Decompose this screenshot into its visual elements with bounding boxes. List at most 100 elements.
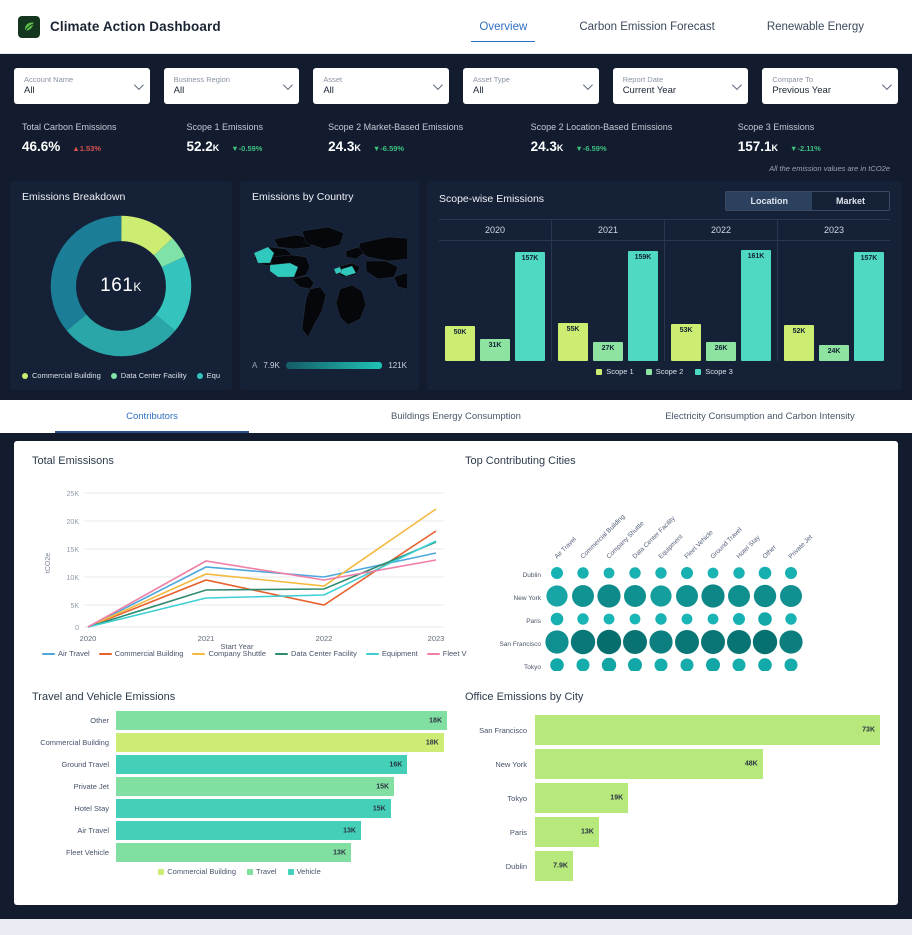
legend-label: Scope 2 xyxy=(655,367,684,376)
svg-text:2023: 2023 xyxy=(428,634,445,643)
bar-row: Fleet Vehicle 13K xyxy=(32,843,447,862)
tab-contributors[interactable]: Contributors xyxy=(0,400,304,433)
filter-business-region[interactable]: Business Region All xyxy=(163,68,300,104)
contributors-section: Total Emissisons 25K 20K 15K 10K 5K 0 20… xyxy=(0,433,912,919)
filter-asset[interactable]: Asset All xyxy=(313,68,450,104)
legend-item: Fleet V xyxy=(426,649,467,658)
bar-value: 13K xyxy=(580,828,594,836)
svg-text:Equipment: Equipment xyxy=(657,533,684,560)
bar-row: Air Travel 13K xyxy=(32,821,447,840)
svg-text:Private Jet: Private Jet xyxy=(787,534,814,561)
tab-overview-label: Overview xyxy=(479,20,528,33)
legend-item: Commercial Building xyxy=(158,867,236,876)
emissions-breakdown-panel: Emissions Breakdown 161K Commercial Buil… xyxy=(10,181,232,390)
legend-label: Scope 3 xyxy=(705,367,733,376)
legend-item: Scope 3 xyxy=(695,367,733,376)
svg-text:Start Year: Start Year xyxy=(221,642,254,649)
filter-report-date[interactable]: Report Date Current Year xyxy=(612,68,749,104)
office-emissions-by-city-panel: Office Emissions by City San Francisco 7… xyxy=(465,691,880,891)
bar-value: 31K xyxy=(488,341,502,349)
donut-total: 161 xyxy=(100,275,134,296)
world-map[interactable] xyxy=(252,207,407,357)
toggle-location[interactable]: Location xyxy=(726,192,812,210)
kpi-value: 24.3K xyxy=(531,139,564,154)
bar-label: Fleet Vehicle xyxy=(66,848,109,857)
legend-swatch xyxy=(365,652,379,655)
bar-fill: 13K xyxy=(116,821,361,840)
top-cities-bubble-chart: Dublin New York Paris San Francisco Toky… xyxy=(465,471,880,673)
bar-scope-2: 24K xyxy=(819,344,849,361)
svg-text:Other: Other xyxy=(761,543,778,560)
filter-compare-to-label: Compare To xyxy=(772,74,814,84)
tab-overview[interactable]: Overview xyxy=(453,0,553,53)
kpi-value-number: 24.3 xyxy=(328,139,355,154)
legend-swatch xyxy=(596,368,603,375)
kpi-value: 24.3K xyxy=(328,139,361,154)
toggle-market[interactable]: Market xyxy=(812,192,889,210)
filter-asset-type-value: All xyxy=(473,84,484,96)
bar-fill: 19K xyxy=(535,783,629,813)
legend-swatch xyxy=(158,868,165,875)
bar-fill: 15K xyxy=(116,799,391,818)
legend-swatch xyxy=(426,652,440,655)
kpi-delta: ▼-6.59% xyxy=(372,144,405,153)
scope-bar-chart: 2020 50K 31K 157K 2021 55K 27K 159K 2022… xyxy=(439,219,890,361)
row-label-paris: Paris xyxy=(526,618,542,625)
legend-item: Commercial Building xyxy=(98,649,183,658)
filter-account-name[interactable]: Account Name All xyxy=(14,68,150,104)
legend-label: Air Travel xyxy=(58,649,90,658)
tab-electricity-consumption-and-carbon-intensity[interactable]: Electricity Consumption and Carbon Inten… xyxy=(608,400,912,433)
kpi-scope-2-location-based-emissions: Scope 2 Location-Based Emissions 24.3K ▼… xyxy=(531,122,738,154)
bar-row: Other 18K xyxy=(32,711,447,730)
kpi-value-number: 52.2 xyxy=(186,139,213,154)
legend-swatch xyxy=(287,868,294,875)
donut-chart: 161K xyxy=(22,207,220,365)
kpi-value: 52.2K xyxy=(186,139,219,154)
total-emissions-title: Total Emissisons xyxy=(32,455,114,467)
filter-compare-to[interactable]: Compare To Previous Year xyxy=(762,68,899,104)
travel-vehicle-legend: Commercial Building Travel Vehicle xyxy=(32,862,447,876)
legend-swatch xyxy=(695,368,702,375)
page-title: Climate Action Dashboard xyxy=(50,19,221,34)
kpi-scope-2-market-based-emissions: Scope 2 Market-Based Emissions 24.3K ▼-6… xyxy=(328,122,531,154)
legend-label: Commercial Building xyxy=(167,867,237,876)
bar-fill: 15K xyxy=(116,777,395,796)
svg-text:20K: 20K xyxy=(67,519,80,526)
toggle-market-label: Market xyxy=(835,196,865,206)
tab-carbon-emission-forecast[interactable]: Carbon Emission Forecast xyxy=(553,0,741,53)
kpi-total-carbon-emissions: Total Carbon Emissions 46.6% ▲1.53% xyxy=(22,122,186,154)
bar-fill: 18K xyxy=(116,733,444,752)
bar-row: Commercial Building 18K xyxy=(32,733,447,752)
legend-item: Data Center Facility xyxy=(110,371,187,380)
legend-label: Equ xyxy=(206,371,220,380)
bar-row: Private Jet 15K xyxy=(32,777,447,796)
kpi-value: 157.1K xyxy=(738,139,778,154)
line-chart-svg: 25K 20K 15K 10K 5K 0 2020 2021 2022 2023 Start… xyxy=(45,491,445,651)
tab-buildings-energy-consumption[interactable]: Buildings Energy Consumption xyxy=(304,400,608,433)
svg-text:0: 0 xyxy=(75,625,79,632)
legend-swatch xyxy=(275,652,289,655)
filter-bar: Account Name All Business Region All Ass… xyxy=(0,54,912,116)
kpi-delta-value: -6.59% xyxy=(582,144,607,153)
bar-label: Other xyxy=(90,716,109,725)
bar-fill: 16K xyxy=(116,755,408,774)
bar-fill: 48K xyxy=(535,749,763,779)
legend-label: Travel xyxy=(256,867,277,876)
legend-swatch xyxy=(110,372,117,379)
kpi-delta: ▼-0.59% xyxy=(231,144,263,153)
emissions-by-country-panel: Emissions by Country A 7.9K 121K xyxy=(240,181,419,390)
bar-value: 7.9K xyxy=(553,862,568,870)
filter-business-region-label: Business Region xyxy=(173,74,230,84)
filter-asset-type[interactable]: Asset Type All xyxy=(463,68,599,104)
kpi-value-number: 24.3 xyxy=(530,139,557,154)
scale-min: 7.9K xyxy=(263,361,280,370)
svg-text:15K: 15K xyxy=(67,547,80,554)
kpi-delta-value: -6.59% xyxy=(380,144,405,153)
tab-renewable-energy[interactable]: Renewable Energy xyxy=(741,0,890,53)
kpi-delta: ▲1.53% xyxy=(72,144,101,153)
bar-value: 55K xyxy=(566,325,580,333)
legend-item: Company Shuttle xyxy=(192,649,266,658)
app-header: Climate Action Dashboard Overview Carbon… xyxy=(0,0,912,54)
bar-scope-3: 157K xyxy=(854,251,884,361)
scope-year-column: 2022 53K 26K 161K xyxy=(665,220,778,361)
